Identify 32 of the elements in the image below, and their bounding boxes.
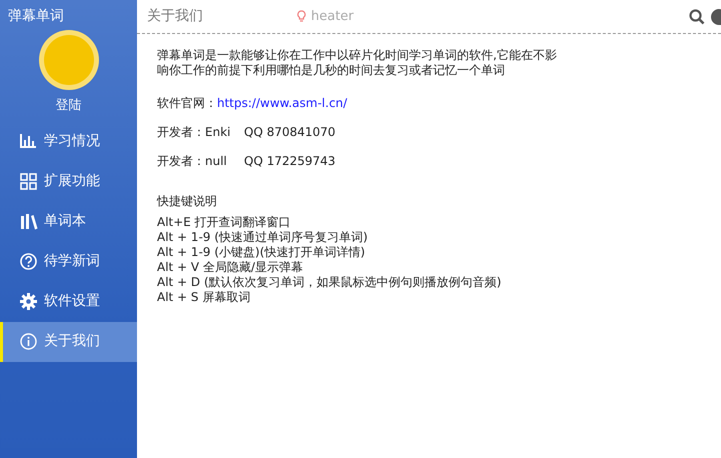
info-icon xyxy=(20,333,38,350)
bar-chart-icon xyxy=(20,133,38,150)
login-link[interactable]: 登陆 xyxy=(56,98,82,113)
shortcut-line: Alt + S 屏幕取词 xyxy=(157,290,252,305)
shortcuts-heading: 快捷键说明 xyxy=(157,194,218,209)
grid-icon xyxy=(20,173,38,190)
shortcut-line: Alt + D (默认依次复习单词，如果鼠标选中例句则播放例句音频) xyxy=(157,275,502,290)
developer-qq: QQ 172259743 xyxy=(244,154,336,169)
nav-item[interactable]: 单词本 xyxy=(0,202,137,242)
developer-name: 开发者：Enki xyxy=(157,125,232,140)
nav-item[interactable]: 扩展功能 xyxy=(0,162,137,202)
shortcut-line: Alt + V 全局隐藏/显示弹幕 xyxy=(157,260,304,275)
app-title: 弹幕单词 xyxy=(7,7,65,26)
shortcut-line: Alt+E 打开查词翻译窗口 xyxy=(157,215,292,230)
shortcut-line: Alt + 1-9 (小键盘)(快速打开单词详情) xyxy=(157,245,366,260)
search-field[interactable]: heater xyxy=(309,6,429,28)
developer-qq: QQ 870841070 xyxy=(244,125,336,140)
nav-item[interactable]: 软件设置 xyxy=(0,282,137,322)
intro-paragraph: 弹幕单词是一款能够让你在工作中以碎片化时间学习单词的软件,它能在不影响你工作的前提下利用哪怕是几秒的时间去复习或者记忆一个单词 xyxy=(157,48,558,78)
developer-name: 开发者：null xyxy=(157,154,228,169)
nav-item[interactable]: 待学新词 xyxy=(0,242,137,282)
books-icon xyxy=(20,213,38,230)
gear-icon xyxy=(20,293,38,310)
nav-item[interactable]: 学习情况 xyxy=(0,122,137,162)
nav-item[interactable]: 关于我们 xyxy=(0,322,137,362)
question-icon xyxy=(20,253,38,270)
website-label: 软件官网： xyxy=(157,96,217,110)
website-link[interactable]: https://www.asm-l.cn/ xyxy=(217,96,348,110)
page-title: 关于我们 xyxy=(146,7,204,26)
lightbulb-icon xyxy=(297,10,306,23)
shortcut-line: Alt + 1-9 (快速通过单词序号复习单词) xyxy=(157,230,369,245)
search-icon[interactable] xyxy=(689,8,705,24)
